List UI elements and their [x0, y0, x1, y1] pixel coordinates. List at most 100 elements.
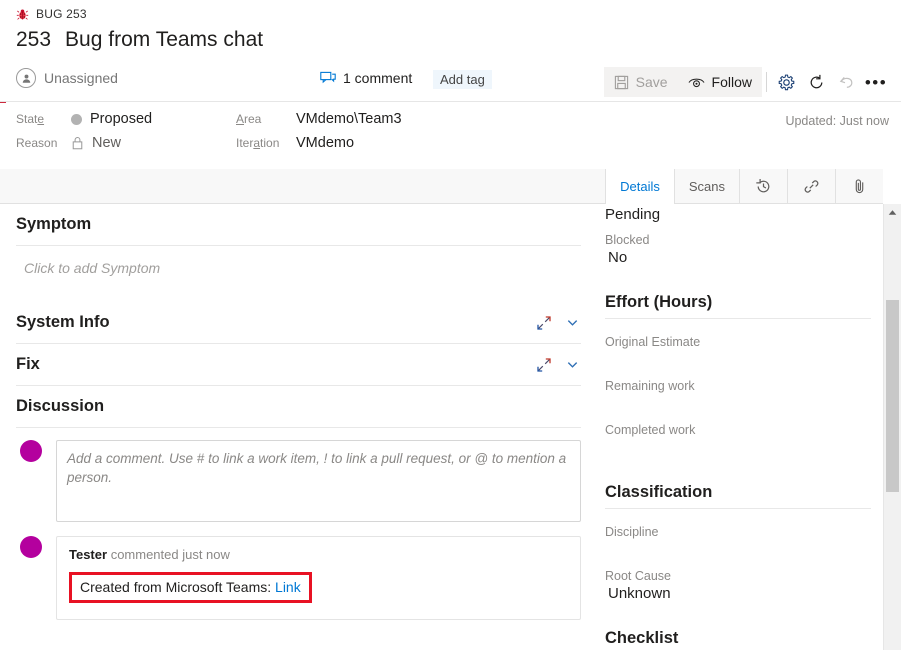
system-info-title: System Info	[16, 313, 535, 332]
follow-button-label: Follow	[712, 74, 752, 90]
fix-section-header: Fix	[16, 344, 581, 386]
area-field-value[interactable]: VMdemo\Team3	[296, 111, 402, 127]
area-access-key: A	[236, 112, 244, 126]
work-item-type-row: BUG 253	[16, 5, 87, 23]
scrollbar-thumb[interactable]	[886, 300, 899, 492]
reason-field-label: Reason	[16, 136, 71, 150]
fix-actions	[535, 356, 581, 374]
refresh-icon[interactable]	[801, 67, 831, 97]
iteration-field-value[interactable]: VMdemo	[296, 135, 402, 151]
iteration-field-label: Iteration	[236, 136, 296, 150]
assigned-to-field[interactable]: Unassigned	[16, 68, 118, 88]
discussion-title: Discussion	[16, 397, 581, 416]
details-pane: Pending Blocked No Effort (Hours) Origin…	[597, 204, 883, 650]
comment-card: Tester commented just now Created from M…	[56, 536, 581, 620]
lock-icon	[71, 136, 84, 150]
comment-body: Created from Microsoft Teams: Link	[69, 572, 312, 603]
discipline-label: Discipline	[605, 525, 871, 539]
comment-body-text: Created from Microsoft Teams:	[80, 579, 271, 595]
save-button[interactable]: Save	[604, 67, 678, 97]
tab-details-label: Details	[620, 179, 660, 194]
page-title[interactable]: Bug from Teams chat	[65, 28, 263, 52]
classification-group-title: Classification	[605, 457, 871, 509]
work-item-main-content: Symptom Click to add Symptom System Info	[0, 204, 597, 650]
comment-author[interactable]: Tester	[69, 547, 107, 562]
iteration-access-key: a	[253, 136, 260, 150]
vertical-scrollbar[interactable]	[883, 204, 901, 650]
list-item: Tester commented just now Created from M…	[16, 522, 581, 620]
work-item-title-row: 253 Bug from Teams chat	[16, 28, 263, 52]
comment-meta: Tester commented just now	[69, 547, 568, 562]
comment-compose-row: Add a comment. Use # to link a work item…	[16, 428, 581, 522]
assigned-to-label: Unassigned	[44, 70, 118, 86]
symptom-input[interactable]: Click to add Symptom	[16, 246, 581, 302]
symptom-title: Symptom	[16, 215, 581, 234]
chevron-down-icon[interactable]	[563, 314, 581, 332]
work-item-type-label: BUG 253	[36, 7, 87, 21]
comment-input[interactable]: Add a comment. Use # to link a work item…	[56, 440, 581, 522]
comment-count-label: 1 comment	[343, 70, 412, 86]
comment-body-wrap: Created from Microsoft Teams: Link	[69, 572, 312, 603]
save-button-label: Save	[636, 74, 668, 90]
comment-body-link[interactable]: Link	[275, 579, 301, 595]
effort-group-title: Effort (Hours)	[605, 267, 871, 319]
tab-attachments[interactable]	[835, 169, 883, 204]
fix-title: Fix	[16, 355, 535, 374]
root-cause-label: Root Cause	[605, 569, 871, 583]
ellipsis-icon[interactable]: •••	[861, 67, 891, 97]
original-estimate-field: Original Estimate	[605, 325, 871, 369]
toolbar-divider	[766, 72, 767, 92]
remaining-work-value[interactable]	[605, 393, 871, 413]
completed-work-value[interactable]	[605, 437, 871, 457]
save-icon	[614, 75, 629, 90]
state-field-value[interactable]: Proposed	[71, 111, 236, 127]
expand-icon[interactable]	[535, 314, 553, 332]
work-item-fields: State Proposed Area VMdemo\Team3 Reason …	[0, 103, 901, 169]
completed-work-field: Completed work	[605, 413, 871, 457]
tab-details[interactable]: Details	[605, 169, 674, 205]
history-icon	[755, 178, 772, 195]
fix-section: Fix	[0, 344, 597, 386]
reason-field-value[interactable]: New	[71, 135, 236, 151]
work-item-subheader: Unassigned 1 comment Add tag	[0, 62, 901, 100]
tab-history[interactable]	[739, 169, 787, 204]
gear-icon[interactable]	[771, 67, 801, 97]
comment-icon	[320, 70, 336, 86]
avatar	[20, 536, 42, 558]
updated-timestamp: Updated: Just now	[785, 114, 889, 128]
status-value[interactable]: Pending	[605, 204, 871, 223]
blocked-label: Blocked	[605, 233, 871, 247]
root-cause-value[interactable]: Unknown	[605, 583, 871, 603]
symptom-section: Symptom Click to add Symptom	[0, 204, 597, 302]
follow-button[interactable]: Follow	[678, 67, 762, 97]
attachment-icon	[851, 178, 868, 195]
tab-scans[interactable]: Scans	[674, 169, 739, 204]
original-estimate-label: Original Estimate	[605, 335, 871, 349]
details-tabbar: Details Scans	[0, 169, 883, 204]
caret-up-icon[interactable]	[884, 204, 901, 221]
discipline-value[interactable]	[605, 539, 871, 559]
chevron-down-icon[interactable]	[563, 356, 581, 374]
completed-work-label: Completed work	[605, 423, 871, 437]
discussion-section-header: Discussion	[16, 386, 581, 428]
tab-links[interactable]	[787, 169, 835, 204]
ellipsis-glyph: •••	[865, 74, 887, 91]
state-dot-icon	[71, 114, 82, 125]
work-item-page: BUG 253 253 Bug from Teams chat Unassign…	[0, 0, 901, 650]
system-info-section: System Info	[0, 302, 597, 344]
blocked-value[interactable]: No	[605, 247, 871, 267]
field-grid: State Proposed Area VMdemo\Team3 Reason …	[16, 111, 402, 151]
link-icon	[803, 178, 820, 195]
add-tag-button[interactable]: Add tag	[433, 70, 492, 89]
state-value-label: Proposed	[90, 111, 152, 127]
state-access-key: e	[37, 112, 44, 126]
root-cause-field: Root Cause Unknown	[605, 559, 871, 603]
comment-count-button[interactable]: 1 comment	[320, 70, 412, 86]
remaining-work-field: Remaining work	[605, 369, 871, 413]
comment-timestamp: commented just now	[111, 547, 230, 562]
checklist-group-title: Checklist	[605, 603, 871, 650]
undo-icon[interactable]	[831, 67, 861, 97]
expand-icon[interactable]	[535, 356, 553, 374]
original-estimate-value[interactable]	[605, 349, 871, 369]
discipline-field: Discipline	[605, 515, 871, 559]
